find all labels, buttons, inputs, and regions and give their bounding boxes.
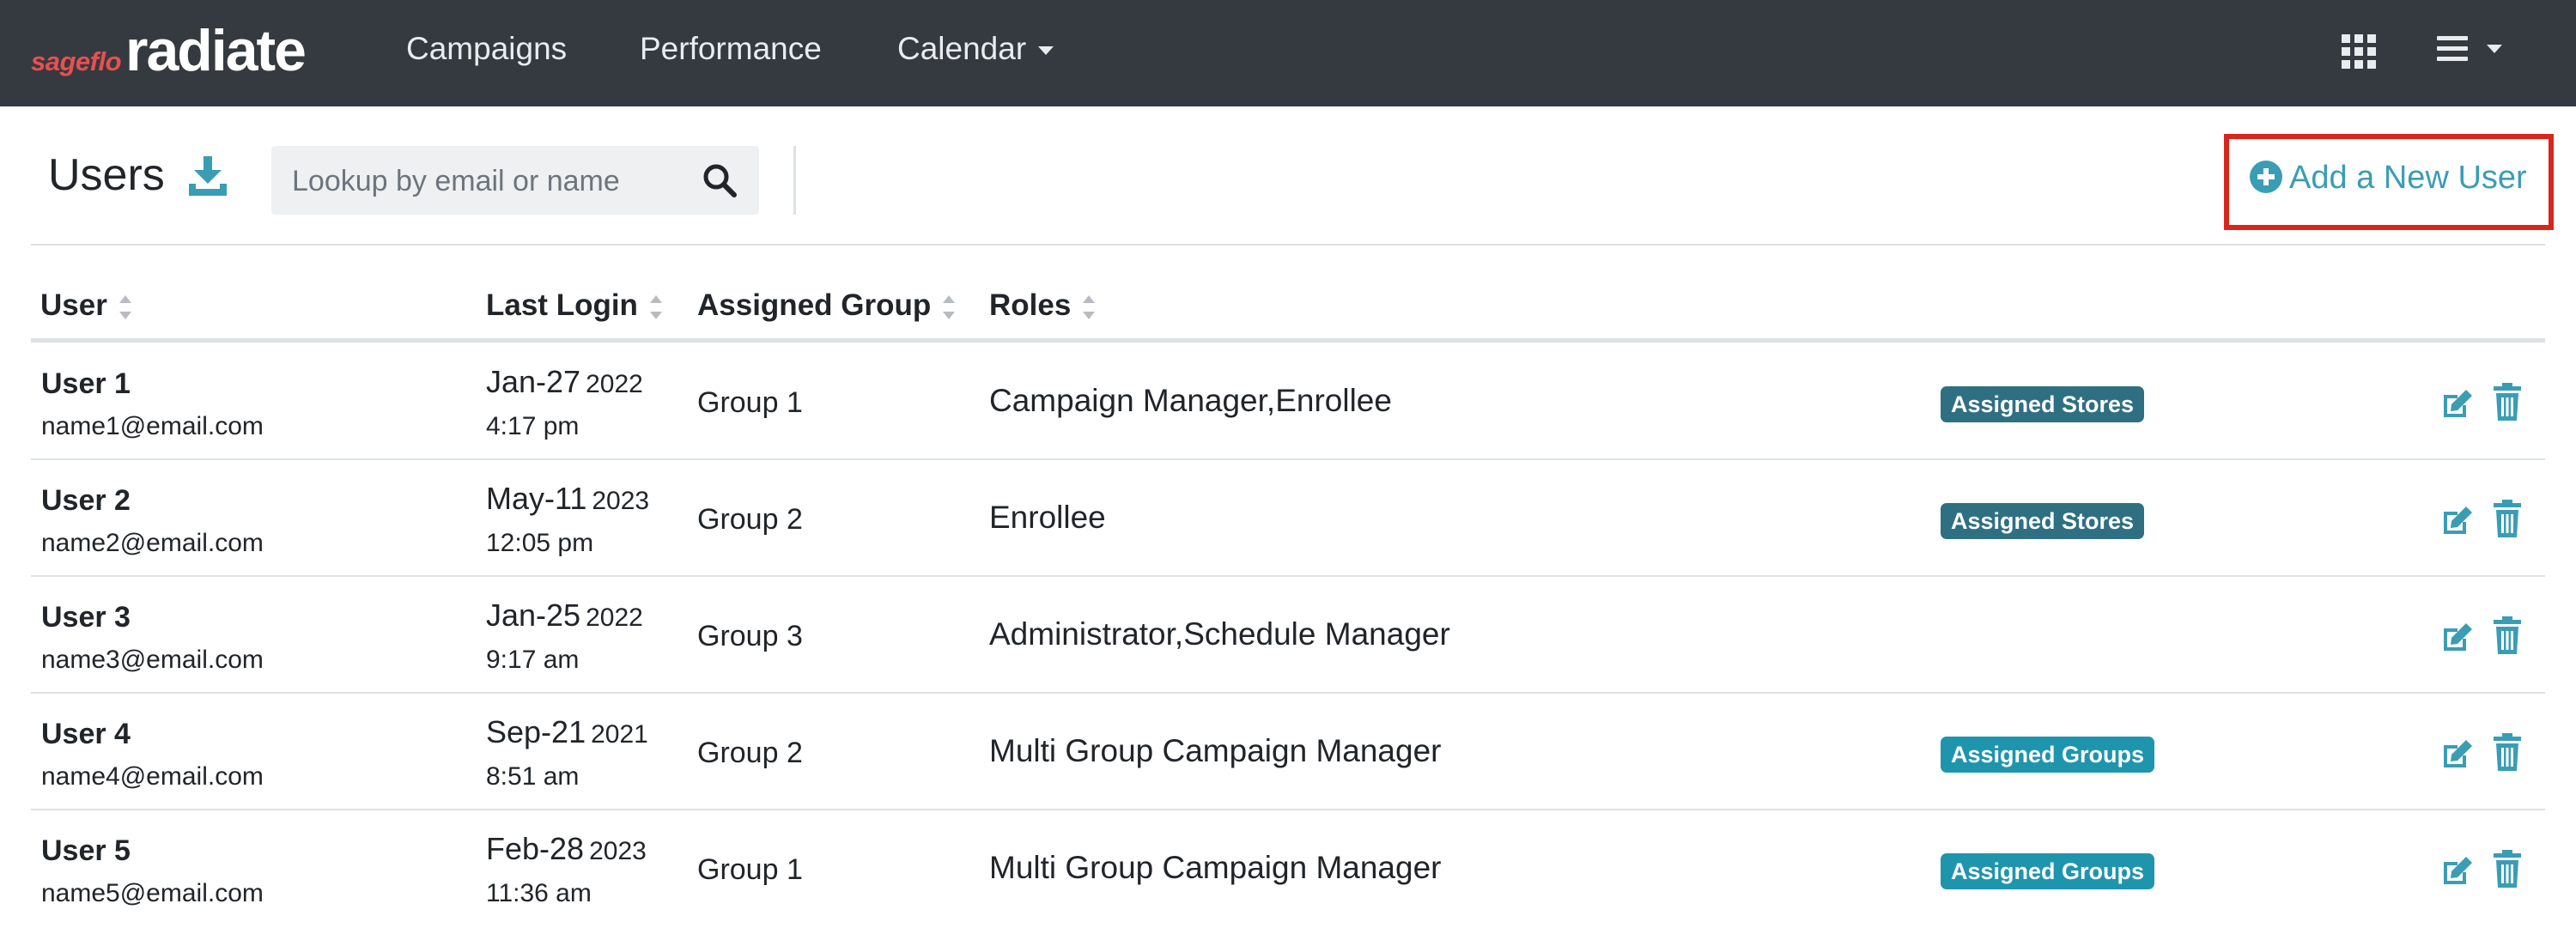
search-input[interactable]: [290, 158, 689, 204]
brand-name: radiate: [125, 18, 307, 83]
last-login-date: Jan-25 2022: [486, 597, 643, 634]
assigned-group: Group 3: [697, 620, 803, 652]
trash-icon[interactable]: [2494, 616, 2521, 654]
assigned-group: Group 1: [697, 853, 803, 886]
user-email: name3@email.com: [41, 646, 264, 674]
user-email: name4@email.com: [41, 762, 264, 791]
sort-icon: [649, 294, 662, 319]
hamburger-menu-icon[interactable]: [2437, 34, 2506, 64]
user-name: User 1: [41, 367, 131, 400]
header-divider: [793, 146, 796, 215]
caret-down-icon: [1038, 46, 1054, 56]
last-login-day: Feb-28: [486, 831, 585, 866]
last-login-time: 11:36 am: [486, 879, 592, 907]
edit-icon[interactable]: [2440, 853, 2475, 888]
table-header-separator: [31, 338, 2545, 343]
column-header-user[interactable]: User: [40, 288, 131, 323]
last-login-date: Sep-21 2021: [486, 714, 648, 750]
roles: Multi Group Campaign Manager: [989, 850, 1442, 885]
table-row: User 5 name5@email.com Feb-28 2023 11:36 …: [31, 810, 2545, 927]
assigned-group: Group 2: [697, 737, 803, 769]
sort-icon: [1083, 294, 1096, 319]
assigned-stores-badge[interactable]: Assigned Stores: [1941, 503, 2145, 539]
user-name: User 3: [41, 601, 131, 634]
last-login-day: May-11: [486, 481, 587, 516]
last-login-date: Jan-27 2022: [486, 364, 643, 400]
brand-prefix: sageflo: [31, 46, 122, 76]
edit-icon[interactable]: [2440, 620, 2475, 654]
add-user-label: Add a New User: [2289, 160, 2527, 196]
assigned-groups-badge[interactable]: Assigned Groups: [1941, 737, 2155, 773]
last-login-year: 2022: [586, 604, 643, 632]
last-login-date: Feb-28 2023: [486, 831, 647, 867]
trash-icon[interactable]: [2494, 850, 2521, 888]
column-header-label: Roles: [989, 288, 1072, 322]
edit-icon[interactable]: [2440, 503, 2475, 537]
plus-circle-icon: [2250, 161, 2282, 193]
page-title: Users: [48, 150, 165, 200]
user-email: name2@email.com: [41, 529, 264, 557]
last-login-time: 12:05 pm: [486, 529, 594, 557]
edit-icon[interactable]: [2440, 386, 2475, 421]
nav-performance[interactable]: Performance: [640, 31, 822, 67]
assigned-group: Group 2: [697, 503, 803, 536]
header-separator: [31, 244, 2545, 246]
column-header-last-login[interactable]: Last Login: [486, 288, 662, 323]
trash-icon[interactable]: [2494, 733, 2521, 771]
column-header-roles[interactable]: Roles: [989, 288, 1096, 323]
user-email: name5@email.com: [41, 879, 264, 907]
trash-icon[interactable]: [2494, 500, 2521, 537]
last-login-day: Jan-25: [486, 597, 581, 633]
last-login-time: 9:17 am: [486, 646, 580, 674]
last-login-year: 2023: [589, 837, 647, 865]
last-login-date: May-11 2023: [486, 481, 649, 517]
user-name: User 4: [41, 718, 131, 750]
add-user-button[interactable]: Add a New User: [2250, 160, 2527, 203]
edit-icon[interactable]: [2440, 737, 2475, 771]
nav-campaigns[interactable]: Campaigns: [406, 31, 567, 67]
column-header-label: Assigned Group: [697, 288, 932, 322]
last-login-day: Jan-27: [486, 364, 581, 399]
search-box: [271, 146, 759, 215]
last-login-year: 2022: [586, 370, 643, 398]
roles: Campaign Manager,Enrollee: [989, 383, 1392, 418]
nav-calendar-label: Calendar: [897, 31, 1027, 66]
roles: Multi Group Campaign Manager: [989, 733, 1442, 768]
assigned-group: Group 1: [697, 386, 803, 419]
nav-calendar[interactable]: Calendar: [897, 31, 1054, 67]
last-login-time: 4:17 pm: [486, 412, 580, 440]
last-login-year: 2021: [591, 720, 648, 749]
sort-icon: [118, 294, 131, 319]
search-icon[interactable]: [702, 163, 737, 197]
assigned-stores-badge[interactable]: Assigned Stores: [1941, 386, 2145, 422]
user-email: name1@email.com: [41, 412, 264, 440]
sort-icon: [943, 294, 956, 319]
roles: Enrollee: [989, 500, 1106, 535]
last-login-year: 2023: [592, 487, 650, 515]
column-header-label: Last Login: [486, 288, 638, 322]
assigned-groups-badge[interactable]: Assigned Groups: [1941, 853, 2155, 889]
trash-icon[interactable]: [2494, 383, 2521, 421]
table-row: User 4 name4@email.com Sep-21 2021 8:51 a…: [31, 694, 2545, 810]
table-row: User 2 name2@email.com May-11 2023 12:05 …: [31, 460, 2545, 577]
table-row: User 3 name3@email.com Jan-25 2022 9:17 a…: [31, 577, 2545, 694]
roles: Administrator,Schedule Manager: [989, 616, 1450, 652]
download-icon[interactable]: [189, 156, 227, 196]
grid-icon[interactable]: [2342, 34, 2376, 69]
user-name: User 5: [41, 834, 131, 867]
user-name: User 2: [41, 484, 131, 517]
last-login-day: Sep-21: [486, 714, 586, 749]
table-row: User 1 name1@email.com Jan-27 2022 4:17 p…: [31, 343, 2545, 460]
last-login-time: 8:51 am: [486, 762, 580, 791]
column-header-label: User: [40, 288, 107, 322]
top-navbar: sageflo radiate Campaigns Performance Ca…: [0, 0, 2576, 106]
column-header-assigned-group[interactable]: Assigned Group: [697, 288, 956, 323]
